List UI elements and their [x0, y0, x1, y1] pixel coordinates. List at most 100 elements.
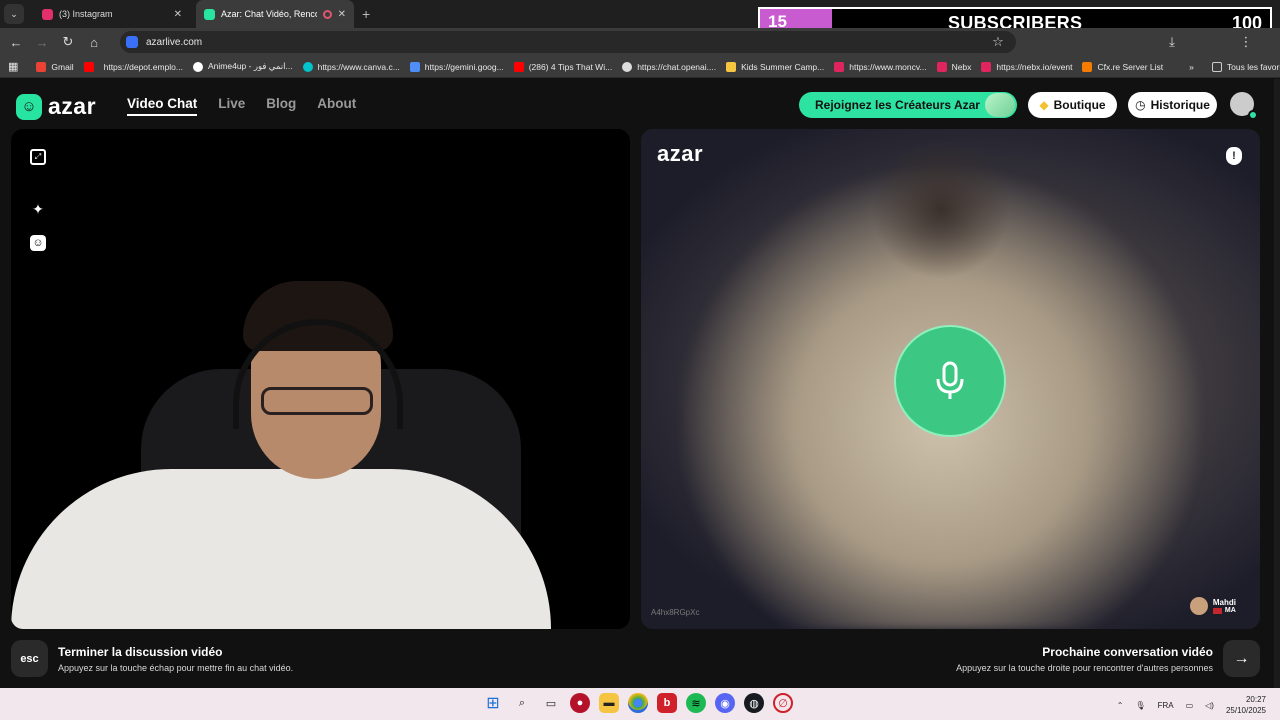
azar-page: ☺ azar Video Chat Live Blog About Rejoig…: [0, 79, 1280, 688]
history-button[interactable]: ◷ Historique: [1128, 92, 1217, 118]
all-bookmarks[interactable]: Tous les favoris: [1211, 61, 1280, 72]
next-chat-subtitle: Appuyez sur la touche droite pour rencon…: [956, 662, 1213, 673]
nebx-icon: [981, 61, 992, 72]
bookmark-item[interactable]: https://chat.openai....: [622, 61, 716, 72]
spotify-icon[interactable]: ≋: [686, 693, 706, 713]
bookmark-item[interactable]: Cfx.re Server List: [1082, 61, 1163, 72]
tab-instagram[interactable]: (3) Instagram ✕: [34, 0, 190, 28]
bookmark-item[interactable]: Anime4up - انمي فور...: [193, 61, 293, 72]
tab-azar[interactable]: Azar: Chat Vidéo, Rencontr ✕: [196, 0, 354, 28]
url-text: azarlive.com: [146, 36, 203, 48]
cfx-icon: [1082, 61, 1093, 72]
language-indicator[interactable]: FRA: [1158, 701, 1174, 710]
next-arrow-button[interactable]: →: [1223, 640, 1260, 677]
discord-icon[interactable]: ◉: [715, 693, 735, 713]
esc-key-button[interactable]: esc: [11, 640, 48, 677]
tab-search-button[interactable]: ⌄: [4, 4, 24, 24]
microphone-tray-icon[interactable]: 🎙: [1135, 701, 1145, 710]
home-icon[interactable]: ⌂: [82, 30, 106, 54]
tab-title: (3) Instagram: [59, 9, 113, 19]
shop-button[interactable]: ◆ Boutique: [1028, 92, 1117, 118]
effects-sparkle-icon[interactable]: ✦: [30, 201, 46, 217]
report-icon[interactable]: !: [1226, 147, 1242, 165]
close-tab-icon[interactable]: ✕: [174, 9, 182, 20]
network-icon[interactable]: ▭: [1186, 701, 1194, 710]
site-info-icon[interactable]: [126, 36, 138, 48]
task-view-icon[interactable]: ▭: [541, 693, 561, 713]
more-bookmarks-icon[interactable]: »: [1189, 62, 1194, 72]
volume-icon[interactable]: ◁): [1205, 701, 1214, 710]
bookmark-item[interactable]: https://depot.emplo...: [104, 62, 183, 72]
address-bar[interactable]: azarlive.com: [120, 31, 1016, 53]
chrome-icon[interactable]: [628, 693, 648, 713]
page-scrollbar[interactable]: [1274, 79, 1280, 688]
nav-about[interactable]: About: [317, 96, 356, 116]
expand-icon[interactable]: ⤢: [30, 149, 46, 165]
youtube-icon: [83, 61, 94, 72]
bookmark-item[interactable]: Gmail: [36, 61, 74, 72]
taskbar-apps: ⊞ ⌕ ▭ ● ▬ b ≋ ◉ ◍ ∅: [483, 693, 793, 713]
anime4up-icon: [193, 61, 203, 72]
next-chat-control: Prochaine conversation vidéo Appuyez sur…: [956, 640, 1260, 677]
bookmark-item[interactable]: [83, 61, 94, 72]
menu-icon[interactable]: ⋮: [1234, 30, 1258, 54]
nav-live[interactable]: Live: [218, 96, 245, 116]
face-filter-icon[interactable]: ☺: [30, 235, 46, 251]
back-icon[interactable]: ←: [4, 30, 28, 54]
windows-start-icon[interactable]: ⊞: [483, 693, 503, 713]
unmute-mic-button[interactable]: [894, 325, 1006, 437]
azar-logo-text: azar: [48, 93, 97, 119]
bookmarks-bar: ▦ Gmail https://depot.emplo... Anime4up …: [0, 56, 1280, 78]
bookmark-item[interactable]: (286) 4 Tips That Wi...: [513, 61, 612, 72]
app-b-icon[interactable]: b: [657, 693, 677, 713]
close-tab-icon[interactable]: ✕: [338, 9, 346, 20]
end-chat-title: Terminer la discussion vidéo: [58, 644, 223, 659]
bookmark-item[interactable]: https://www.moncv...: [834, 61, 927, 72]
windows-taskbar: ⊞ ⌕ ▭ ● ▬ b ≋ ◉ ◍ ∅ ⌃ 🎙 FRA ▭ ◁) 20:27 2…: [0, 688, 1280, 720]
search-icon[interactable]: ⌕: [512, 693, 532, 713]
partner-video: azar ! A4hx8RGpXc Mahdi MA: [641, 129, 1260, 629]
partner-avatar: [1189, 597, 1208, 615]
chevron-up-icon[interactable]: ⌃: [1117, 701, 1124, 710]
partner-info[interactable]: Mahdi MA: [1189, 597, 1236, 615]
join-creators-button[interactable]: Rejoignez les Créateurs Azar: [799, 92, 1017, 118]
clock-icon: ◷: [1135, 98, 1146, 112]
microphone-icon: [936, 361, 964, 399]
partner-name: Mahdi: [1212, 598, 1236, 607]
forward-icon[interactable]: →: [30, 30, 54, 54]
self-torso: [11, 469, 551, 629]
self-video: ⤢ ✦ ☺: [11, 129, 630, 629]
bookmark-item[interactable]: Nebx: [936, 61, 971, 72]
recording-icon: [322, 9, 332, 19]
bookmark-item[interactable]: https://www.canva.c...: [302, 61, 400, 72]
tab-title: Azar: Chat Vidéo, Rencontr: [221, 9, 317, 19]
azar-logo[interactable]: ☺ azar: [16, 93, 96, 120]
apps-grid-icon[interactable]: ▦: [8, 60, 18, 73]
bookmark-item[interactable]: https://nebx.io/event: [981, 61, 1072, 72]
bookmark-item[interactable]: https://gemini.goog...: [409, 61, 504, 72]
partner-blurred-head: [871, 139, 1011, 279]
app-red-icon[interactable]: ●: [570, 693, 590, 713]
bookmark-star-icon[interactable]: ☆: [986, 30, 1010, 54]
profile-avatar[interactable]: [1230, 92, 1258, 120]
morocco-flag-icon: [1212, 607, 1222, 614]
nav-blog[interactable]: Blog: [266, 96, 296, 116]
clock[interactable]: 20:27 25/10/2025: [1226, 694, 1266, 716]
end-chat-subtitle: Appuyez sur la touche échap pour mettre …: [58, 662, 294, 673]
nav-video-chat[interactable]: Video Chat: [127, 96, 198, 116]
clock-time: 20:27: [1245, 695, 1266, 704]
new-tab-icon[interactable]: +: [362, 6, 370, 22]
join-creators-label: Rejoignez les Créateurs Azar: [815, 98, 980, 112]
next-chat-title: Prochaine conversation vidéo: [1042, 644, 1213, 659]
reload-icon[interactable]: ↻: [56, 30, 80, 54]
system-tray: ⌃ 🎙 FRA ▭ ◁) 20:27 25/10/2025: [1117, 694, 1266, 716]
azar-favicon-icon: [204, 8, 215, 20]
bookmark-item[interactable]: Kids Summer Camp...: [726, 61, 824, 72]
partner-country: MA: [1212, 607, 1236, 614]
file-explorer-icon[interactable]: ▬: [599, 693, 619, 713]
steam-icon[interactable]: ◍: [744, 693, 764, 713]
download-icon[interactable]: ⤓: [1160, 30, 1184, 54]
end-chat-control: esc Terminer la discussion vidéo Appuyez…: [11, 640, 293, 677]
app-circle-icon[interactable]: ∅: [773, 693, 793, 713]
nebx-icon: [936, 61, 947, 72]
